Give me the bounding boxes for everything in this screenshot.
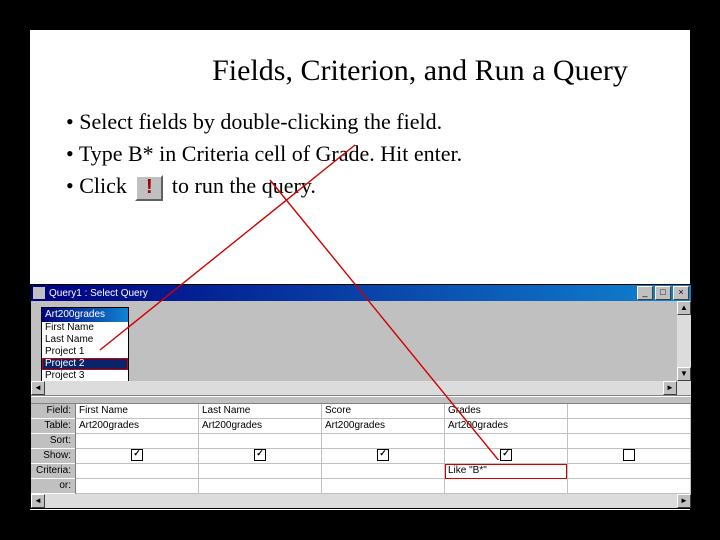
show-cell[interactable]	[76, 449, 198, 464]
field-cell[interactable]: Grades	[445, 404, 567, 419]
grid-column: Last Name Art200grades	[199, 404, 322, 494]
row-label-or: or:	[31, 479, 75, 494]
row-label-field: Field:	[31, 404, 75, 419]
or-cell[interactable]	[199, 479, 321, 494]
scroll-left-button[interactable]: ◄	[31, 494, 45, 508]
row-label-show: Show:	[31, 449, 75, 464]
scroll-right-button[interactable]: ►	[663, 381, 677, 395]
run-query-icon: !	[135, 175, 163, 201]
row-labels: Field: Table: Sort: Show: Criteria: or:	[31, 404, 76, 494]
grid-column-empty	[568, 404, 691, 494]
field-cell[interactable]: First Name	[76, 404, 198, 419]
window-title: Query1 : Select Query	[49, 288, 148, 299]
minimize-button[interactable]: _	[637, 286, 653, 300]
bullet-list: Select fields by double-clicking the fie…	[66, 106, 690, 202]
bullet-3-pre: Click	[79, 173, 132, 198]
upper-hscrollbar[interactable]: ◄ ►	[31, 381, 677, 395]
field-cell[interactable]: Last Name	[199, 404, 321, 419]
table-cell[interactable]: Art200grades	[322, 419, 444, 434]
lower-hscrollbar[interactable]: ◄ ►	[31, 494, 691, 508]
scroll-right-button[interactable]: ►	[677, 494, 691, 508]
pane-divider[interactable]	[31, 396, 691, 404]
show-cell[interactable]	[199, 449, 321, 464]
grid-column: First Name Art200grades	[76, 404, 199, 494]
sort-cell[interactable]	[322, 434, 444, 449]
empty-cell[interactable]	[568, 479, 690, 494]
criteria-cell-highlighted[interactable]: Like "B*"	[445, 464, 567, 479]
row-label-sort: Sort:	[31, 434, 75, 449]
row-label-table: Table:	[31, 419, 75, 434]
bullet-3-post: to run the query.	[172, 173, 316, 198]
sort-cell[interactable]	[445, 434, 567, 449]
criteria-cell[interactable]	[199, 464, 321, 479]
show-cell[interactable]	[322, 449, 444, 464]
or-cell[interactable]	[76, 479, 198, 494]
table-cell[interactable]: Art200grades	[76, 419, 198, 434]
grid-column: Grades Art200grades Like "B*"	[445, 404, 568, 494]
scroll-down-button[interactable]: ▼	[677, 367, 691, 381]
table-pane: Art200grades First Name Last Name Projec…	[31, 301, 691, 396]
bullet-2: Type B* in Criteria cell of Grade. Hit e…	[66, 138, 690, 170]
show-cell[interactable]	[445, 449, 567, 464]
sort-cell[interactable]	[76, 434, 198, 449]
field-cell[interactable]: Score	[322, 404, 444, 419]
query-designer-window: Query1 : Select Query _ □ × Art200grades…	[30, 284, 692, 509]
sort-cell[interactable]	[199, 434, 321, 449]
row-label-criteria: Criteria:	[31, 464, 75, 479]
empty-cell[interactable]	[568, 464, 690, 479]
table-cell[interactable]: Art200grades	[445, 419, 567, 434]
show-checkbox[interactable]	[500, 449, 512, 461]
show-checkbox[interactable]	[377, 449, 389, 461]
criteria-cell[interactable]	[322, 464, 444, 479]
close-button[interactable]: ×	[673, 286, 689, 300]
field-item[interactable]: First Name	[42, 322, 128, 334]
window-titlebar: Query1 : Select Query _ □ ×	[31, 285, 691, 301]
scroll-up-button[interactable]: ▲	[677, 301, 691, 315]
bullet-1: Select fields by double-clicking the fie…	[66, 106, 690, 138]
show-checkbox[interactable]	[131, 449, 143, 461]
empty-cell[interactable]	[568, 449, 690, 464]
slide-title: Fields, Criterion, and Run a Query	[150, 54, 690, 88]
show-checkbox[interactable]	[623, 449, 635, 461]
empty-cell[interactable]	[568, 404, 690, 419]
maximize-button[interactable]: □	[655, 286, 671, 300]
field-list-title: Art200grades	[42, 308, 128, 322]
criteria-cell[interactable]	[76, 464, 198, 479]
field-item[interactable]: Project 1	[42, 346, 128, 358]
bullet-3: Click ! to run the query.	[66, 170, 690, 202]
qbe-grid: Field: Table: Sort: Show: Criteria: or: …	[31, 404, 691, 494]
upper-vscrollbar[interactable]: ▲ ▼	[677, 301, 691, 395]
or-cell[interactable]	[445, 479, 567, 494]
field-item[interactable]: Last Name	[42, 334, 128, 346]
show-checkbox[interactable]	[254, 449, 266, 461]
empty-cell[interactable]	[568, 434, 690, 449]
or-cell[interactable]	[322, 479, 444, 494]
field-item-selected[interactable]: Project 2	[42, 358, 128, 370]
empty-cell[interactable]	[568, 419, 690, 434]
grid-column: Score Art200grades	[322, 404, 445, 494]
table-cell[interactable]: Art200grades	[199, 419, 321, 434]
scroll-left-button[interactable]: ◄	[31, 381, 45, 395]
app-icon	[33, 287, 45, 299]
field-list-box[interactable]: Art200grades First Name Last Name Projec…	[41, 307, 129, 383]
